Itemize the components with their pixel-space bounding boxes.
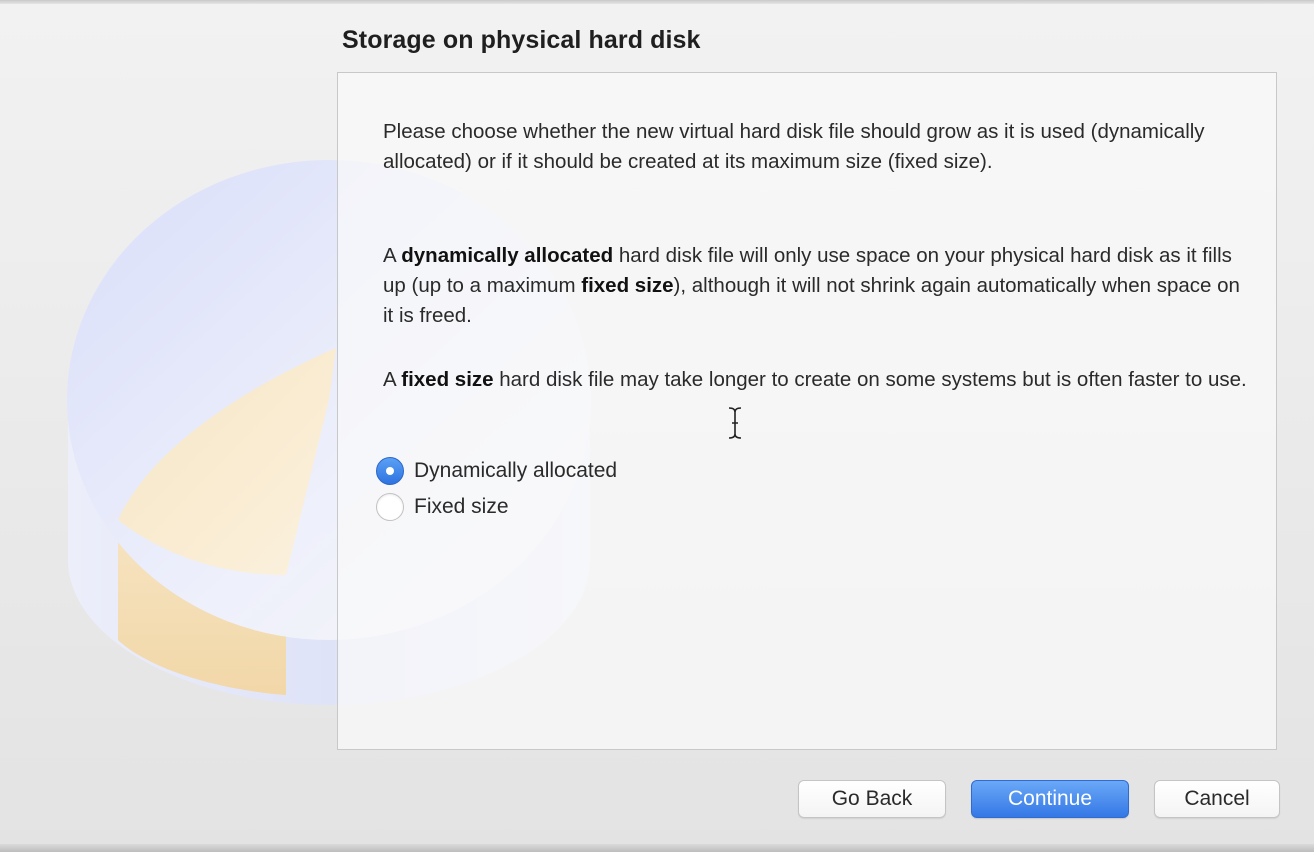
text-span: A bbox=[383, 244, 402, 267]
radio-option-dynamically-allocated[interactable]: Dynamically allocated bbox=[376, 455, 617, 487]
radio-button-unselected[interactable] bbox=[376, 493, 404, 521]
go-back-button[interactable]: Go Back bbox=[798, 780, 946, 818]
bold-term-fixed-size: fixed size bbox=[581, 274, 674, 297]
window-bottom-edge bbox=[0, 844, 1314, 852]
text-span: A bbox=[383, 368, 402, 391]
text-span: hard disk file may take longer to create… bbox=[493, 368, 1247, 391]
radio-label: Fixed size bbox=[414, 495, 509, 518]
cancel-button[interactable]: Cancel bbox=[1154, 780, 1280, 818]
dialog-window: Storage on physical hard disk Please cho… bbox=[0, 0, 1314, 852]
bold-term-fixed-size: fixed size bbox=[401, 368, 494, 391]
radio-button-selected[interactable] bbox=[376, 457, 404, 485]
radio-label: Dynamically allocated bbox=[414, 459, 618, 482]
window-top-edge bbox=[0, 0, 1314, 4]
content-panel: Please choose whether the new virtual ha… bbox=[337, 72, 1277, 750]
dynamic-explanation-paragraph: A dynamically allocated hard disk file w… bbox=[383, 241, 1253, 331]
text-cursor-icon bbox=[728, 407, 742, 439]
description-paragraph: Please choose whether the new virtual ha… bbox=[383, 120, 1205, 173]
continue-button[interactable]: Continue bbox=[971, 780, 1129, 818]
page-title: Storage on physical hard disk bbox=[342, 26, 701, 54]
fixed-explanation-paragraph: A fixed size hard disk file may take lon… bbox=[383, 365, 1253, 395]
bold-term-dynamically-allocated: dynamically allocated bbox=[401, 244, 614, 267]
radio-option-fixed-size[interactable]: Fixed size bbox=[376, 491, 509, 523]
